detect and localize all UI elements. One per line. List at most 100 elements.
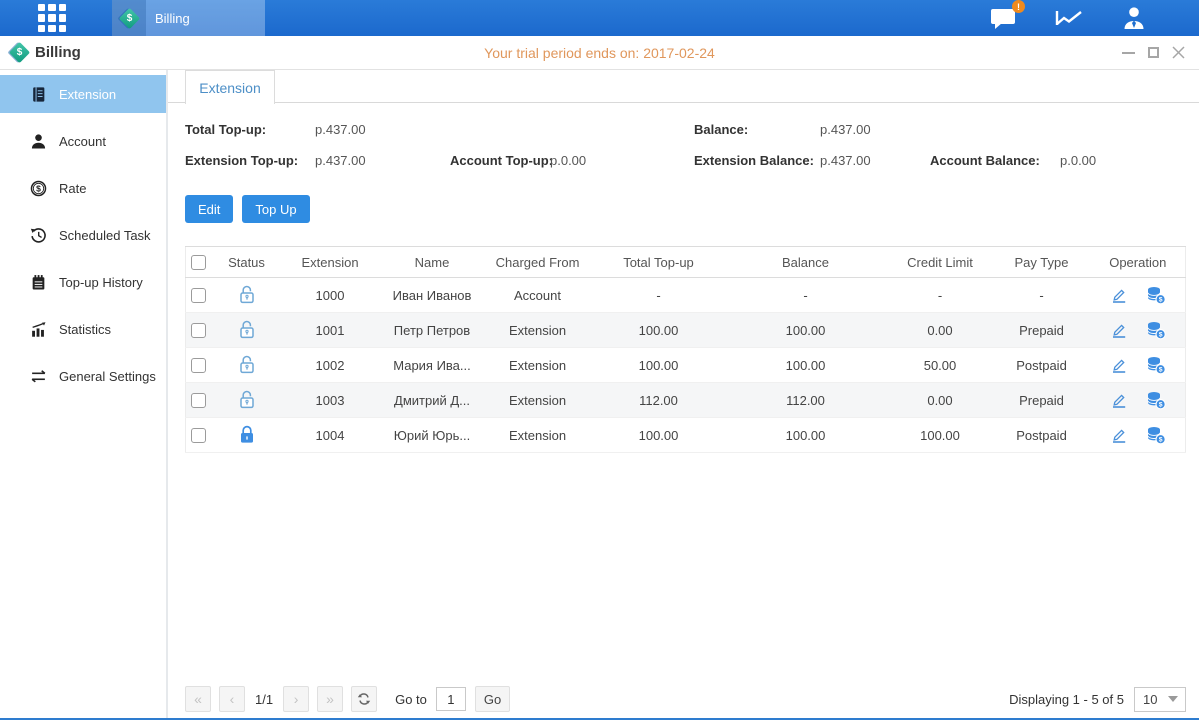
cell-pay-type: Postpaid [993,348,1091,383]
table-header-row: Status Extension Name Charged From Total… [186,247,1186,278]
close-button[interactable] [1172,46,1185,59]
sidebar-item-extension[interactable]: Extension [0,75,166,113]
top-up-row-icon[interactable]: $ [1146,285,1166,305]
sidebar-item-label: Statistics [59,322,111,337]
sidebar-item-scheduled-task[interactable]: Scheduled Task [0,216,166,254]
summary-account-balance: Account Balance: p.0.00 [930,153,1040,168]
row-checkbox[interactable] [191,393,206,408]
tab-extension[interactable]: Extension [185,70,275,104]
cell-balance: 100.00 [724,348,888,383]
displaying-text: Displaying 1 - 5 of 5 [1009,692,1124,707]
cell-charged-from: Extension [482,418,594,453]
cell-extension: 1003 [278,383,383,418]
sidebar-item-account[interactable]: Account [0,122,166,160]
top-up-row-icon[interactable]: $ [1146,425,1166,445]
goto-label: Go to [395,692,427,707]
sidebar-item-general-settings[interactable]: General Settings [0,357,166,395]
page-indicator: 1/1 [255,692,273,707]
tab-strip: Extension [168,70,1199,103]
status-unlocked-icon[interactable] [238,389,256,409]
cell-name: Мария Ива... [383,348,482,383]
table-row: 1003 Дмитрий Д... Extension 112.00 112.0… [186,383,1186,418]
status-unlocked-icon[interactable] [238,354,256,374]
first-page-button[interactable]: « [185,686,211,712]
cell-total-topup: - [594,278,724,313]
row-checkbox[interactable] [191,323,206,338]
status-unlocked-icon[interactable] [238,319,256,339]
cell-extension: 1000 [278,278,383,313]
next-page-button[interactable]: › [283,686,309,712]
select-all-checkbox[interactable] [191,255,206,270]
table-row: 1004 Юрий Юрь... Extension 100.00 100.00… [186,418,1186,453]
edit-row-icon[interactable] [1110,391,1128,409]
edit-button[interactable]: Edit [185,195,233,223]
column-total-topup: Total Top-up [594,247,724,278]
row-checkbox[interactable] [191,288,206,303]
last-page-button[interactable]: » [317,686,343,712]
column-charged-from: Charged From [482,247,594,278]
row-checkbox[interactable] [191,358,206,373]
bar-chart-icon [30,321,47,338]
prev-page-button[interactable]: ‹ [219,686,245,712]
trial-notice: Your trial period ends on: 2017-02-24 [0,45,1199,61]
column-credit-limit: Credit Limit [888,247,993,278]
cell-credit-limit: - [888,278,993,313]
edit-row-icon[interactable] [1110,356,1128,374]
go-button[interactable]: Go [475,686,510,712]
billing-app-tab[interactable]: $ Billing [112,0,265,36]
sidebar-item-label: Top-up History [59,275,143,290]
sliders-icon [30,368,47,385]
maximize-button[interactable] [1148,47,1159,58]
top-up-row-icon[interactable]: $ [1146,320,1166,340]
cell-name: Юрий Юрь... [383,418,482,453]
goto-input[interactable] [436,687,466,711]
sidebar-item-label: Extension [59,87,116,102]
sidebar-item-rate[interactable]: $ Rate [0,169,166,207]
notification-badge: ! [1012,0,1025,13]
cell-total-topup: 100.00 [594,418,724,453]
cell-name: Дмитрий Д... [383,383,482,418]
cell-balance: 100.00 [724,418,888,453]
page-size-select[interactable]: 10 [1134,687,1186,712]
messages-icon[interactable]: ! [990,6,1017,30]
billing-title-icon: $ [9,42,30,63]
sidebar-item-statistics[interactable]: Statistics [0,310,166,348]
svg-text:$: $ [1158,332,1162,339]
app-grid-icon[interactable] [38,4,66,32]
top-up-button[interactable]: Top Up [242,195,309,223]
user-icon[interactable] [1121,6,1147,30]
cell-credit-limit: 0.00 [888,383,993,418]
cell-credit-limit: 50.00 [888,348,993,383]
sidebar-item-topup-history[interactable]: Top-up History [0,263,166,301]
minimize-button[interactable] [1122,52,1135,54]
column-extension: Extension [278,247,383,278]
chart-icon[interactable] [1054,6,1084,30]
cell-pay-type: - [993,278,1091,313]
edit-row-icon[interactable] [1110,426,1128,444]
cell-pay-type: Prepaid [993,383,1091,418]
svg-text:$: $ [36,183,41,193]
cell-extension: 1002 [278,348,383,383]
cell-pay-type: Postpaid [993,418,1091,453]
dollar-circle-icon: $ [30,180,47,197]
column-status: Status [216,247,278,278]
edit-row-icon[interactable] [1110,286,1128,304]
sidebar: Extension Account $ Rate Scheduled Task [0,70,168,718]
column-name: Name [383,247,482,278]
row-checkbox[interactable] [191,428,206,443]
summary-total-topup: Total Top-up: p.437.00 [185,122,266,137]
cell-total-topup: 112.00 [594,383,724,418]
cell-charged-from: Extension [482,313,594,348]
status-locked-icon[interactable] [238,424,256,444]
notebook-icon [30,274,47,291]
status-unlocked-icon[interactable] [238,284,256,304]
refresh-icon [357,692,371,706]
top-up-row-icon[interactable]: $ [1146,390,1166,410]
refresh-button[interactable] [351,686,377,712]
summary-extension-balance: Extension Balance: p.437.00 [694,153,814,168]
sidebar-item-label: General Settings [59,369,156,384]
cell-charged-from: Account [482,278,594,313]
top-up-row-icon[interactable]: $ [1146,355,1166,375]
edit-row-icon[interactable] [1110,321,1128,339]
table-row: 1002 Мария Ива... Extension 100.00 100.0… [186,348,1186,383]
